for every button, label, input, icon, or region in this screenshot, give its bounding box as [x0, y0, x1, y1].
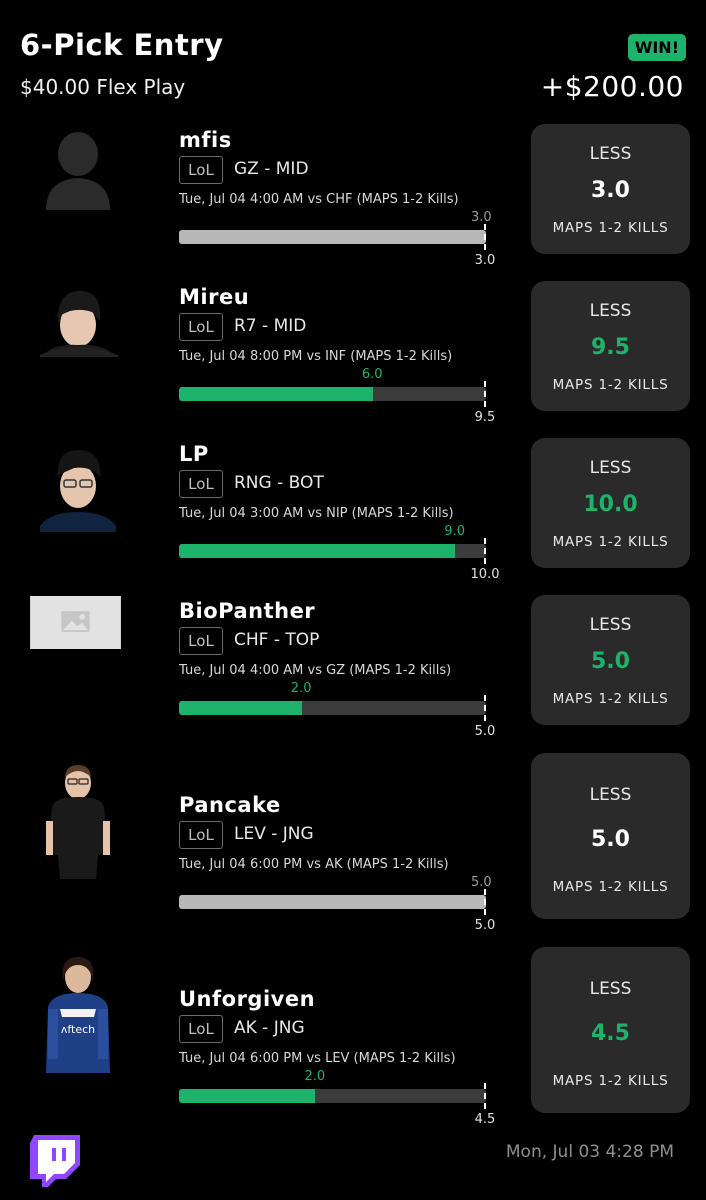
actual-value-label: 3.0 — [471, 210, 492, 225]
line-marker — [484, 224, 488, 250]
stat-type: MAPS 1-2 KILLS — [552, 691, 669, 707]
team-position: CHF - TOP — [234, 630, 320, 650]
line-marker — [484, 889, 488, 915]
actual-value-label: 2.0 — [304, 1069, 326, 1084]
line-value-label: 5.0 — [474, 918, 496, 933]
pick-card[interactable]: LESS 3.0 MAPS 1-2 KILLS — [531, 124, 690, 254]
twitch-icon[interactable] — [30, 1135, 80, 1191]
progress-fill — [179, 387, 373, 401]
stat-type: MAPS 1-2 KILLS — [552, 879, 669, 895]
pick-card[interactable]: LESS 9.5 MAPS 1-2 KILLS — [531, 281, 690, 411]
league-tag: LoL — [179, 1015, 223, 1043]
team-position: AK - JNG — [234, 1018, 305, 1038]
game-info: Tue, Jul 04 6:00 PM vs LEV (MAPS 1-2 Kil… — [179, 1051, 456, 1066]
pick-direction: LESS — [589, 615, 632, 635]
actual-value-label: 9.0 — [444, 524, 465, 539]
progress-fill — [179, 544, 456, 558]
pick-line: 3.0 — [591, 178, 630, 203]
progress-fill — [179, 230, 486, 244]
pick-direction: LESS — [589, 144, 632, 164]
progress-fill — [179, 1089, 316, 1103]
game-info: Tue, Jul 04 3:00 AM vs NIP (MAPS 1-2 Kil… — [179, 506, 454, 521]
team-position: R7 - MID — [234, 316, 307, 336]
page-title: 6-Pick Entry — [20, 28, 224, 62]
stat-type: MAPS 1-2 KILLS — [552, 1073, 669, 1089]
progress-track — [179, 230, 486, 244]
game-info: Tue, Jul 04 4:00 AM vs CHF (MAPS 1-2 Kil… — [179, 192, 459, 207]
game-info: Tue, Jul 04 6:00 PM vs AK (MAPS 1-2 Kill… — [179, 857, 449, 872]
game-info: Tue, Jul 04 4:00 AM vs GZ (MAPS 1-2 Kill… — [179, 663, 452, 678]
line-marker — [484, 695, 488, 721]
pick-line: 9.5 — [591, 335, 630, 360]
line-value-label: 4.5 — [474, 1112, 496, 1127]
image-placeholder-icon — [30, 596, 121, 649]
svg-text:ʌftech: ʌftech — [61, 1023, 95, 1036]
status-badge: WIN! — [627, 34, 686, 61]
pick-line: 10.0 — [583, 492, 638, 517]
entry-header: 6-Pick Entry $40.00 Flex Play WIN! +$200… — [0, 0, 706, 115]
player-name: Pancake — [179, 793, 281, 817]
default-avatar-icon — [46, 132, 110, 210]
game-info: Tue, Jul 04 8:00 PM vs INF (MAPS 1-2 Kil… — [179, 349, 453, 364]
actual-value-label: 2.0 — [290, 681, 312, 696]
progress-fill — [179, 895, 486, 909]
player-name: BioPanther — [179, 599, 316, 623]
actual-value-label: 5.0 — [471, 875, 492, 890]
pick-card[interactable]: LESS 5.0 MAPS 1-2 KILLS — [531, 753, 690, 919]
pick-line: 5.0 — [591, 649, 630, 674]
timestamp: Mon, Jul 03 4:28 PM — [505, 1142, 674, 1162]
line-marker — [484, 1083, 488, 1109]
pick-line: 5.0 — [591, 827, 630, 852]
progress-track — [179, 544, 486, 558]
league-tag: LoL — [179, 156, 223, 184]
team-position: RNG - BOT — [234, 473, 324, 493]
league-tag: LoL — [179, 821, 223, 849]
player-photo: ʌftech — [46, 957, 110, 1073]
line-marker — [484, 381, 488, 407]
player-photo — [40, 291, 118, 357]
play-type: $40.00 Flex Play — [20, 75, 186, 99]
league-tag: LoL — [179, 470, 223, 498]
pick-direction: LESS — [589, 458, 632, 478]
league-tag: LoL — [179, 313, 223, 341]
line-value-label: 9.5 — [474, 410, 496, 425]
player-name: LP — [179, 442, 209, 466]
actual-value-label: 6.0 — [361, 367, 383, 382]
league-tag: LoL — [179, 627, 223, 655]
progress-track — [179, 387, 486, 401]
team-position: LEV - JNG — [234, 824, 314, 844]
pick-line: 4.5 — [591, 1021, 630, 1046]
progress-track — [179, 701, 486, 715]
team-position: GZ - MID — [234, 159, 309, 179]
payout-amount: +$200.00 — [540, 70, 684, 103]
pick-card[interactable]: LESS 10.0 MAPS 1-2 KILLS — [531, 438, 690, 568]
pick-direction: LESS — [589, 301, 632, 321]
line-marker — [484, 538, 488, 564]
stat-type: MAPS 1-2 KILLS — [552, 534, 669, 550]
pick-direction: LESS — [589, 979, 632, 999]
player-name: Mireu — [179, 285, 250, 309]
progress-track — [179, 1089, 486, 1103]
pick-card[interactable]: LESS 5.0 MAPS 1-2 KILLS — [531, 595, 690, 725]
line-value-label: 10.0 — [470, 567, 500, 582]
pick-card[interactable]: LESS 4.5 MAPS 1-2 KILLS — [531, 947, 690, 1113]
line-value-label: 5.0 — [474, 724, 496, 739]
player-name: Unforgiven — [179, 987, 316, 1011]
progress-fill — [179, 701, 302, 715]
player-photo — [46, 765, 110, 879]
stat-type: MAPS 1-2 KILLS — [552, 220, 669, 236]
line-value-label: 3.0 — [474, 253, 496, 268]
progress-track — [179, 895, 486, 909]
pick-direction: LESS — [589, 785, 632, 805]
player-name: mfis — [179, 128, 232, 152]
stat-type: MAPS 1-2 KILLS — [552, 377, 669, 393]
player-photo — [40, 450, 116, 532]
